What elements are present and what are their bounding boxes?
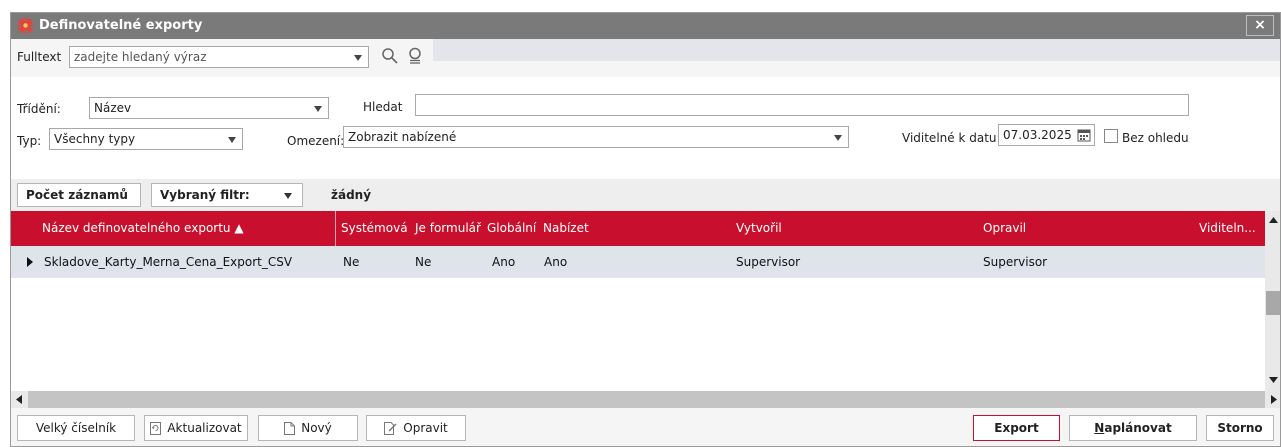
row-indicator-icon — [27, 257, 33, 267]
cell-system: Ne — [343, 255, 360, 269]
schedule-label: aplánovat — [1104, 421, 1172, 435]
edit-button[interactable]: Opravit — [366, 415, 466, 441]
table-row[interactable]: Skladove_Karty_Merna_Cena_Export_CSV Ne … — [11, 246, 1265, 278]
column-header-system[interactable]: Systémová — [341, 221, 408, 235]
scroll-left-icon[interactable] — [16, 395, 22, 404]
refresh-button[interactable]: Aktualizovat — [144, 415, 248, 441]
restriction-select[interactable]: Zobrazit nabízené — [343, 126, 849, 148]
big-dictionary-button[interactable]: Velký číselník — [17, 415, 135, 441]
sort-value: Název — [94, 101, 132, 115]
column-header-name[interactable]: Název definovatelného exportu ▲ — [42, 221, 244, 235]
footer-bar: Velký číselník Aktualizovat Nový Opravit… — [11, 408, 1280, 446]
sort-select[interactable]: Název — [89, 97, 329, 119]
new-button[interactable]: Nový — [258, 415, 358, 441]
edit-icon — [384, 422, 397, 435]
restriction-label: Omezení: — [287, 134, 345, 148]
ignore-date-label: Bez ohledu — [1122, 131, 1189, 145]
fulltext-placeholder: zadejte hledaný výraz — [74, 50, 207, 64]
grid-toolbar: Počet záznamů Vybraný filtr: žádný — [11, 179, 1280, 211]
calendar-icon[interactable] — [1077, 128, 1091, 142]
scroll-up-icon[interactable] — [1269, 217, 1278, 223]
close-button[interactable]: × — [1246, 15, 1274, 36]
chevron-down-icon — [314, 106, 322, 112]
chevron-down-icon — [228, 137, 236, 143]
window-title: Definovatelné exporty — [39, 18, 203, 33]
search-icon[interactable] — [381, 47, 399, 65]
sort-label: Třídění: — [17, 102, 61, 116]
visible-date-value: 07.03.2025 — [1003, 128, 1072, 142]
cell-offer: Ano — [544, 255, 568, 269]
column-header-is-form[interactable]: Je formulář — [415, 221, 481, 235]
column-header-offer[interactable]: Nabízet — [543, 221, 589, 235]
exports-grid: Název definovatelného exportu ▲ Systémov… — [11, 211, 1265, 391]
column-header-created-by[interactable]: Vytvořil — [736, 221, 782, 235]
column-header-edited-by[interactable]: Opravil — [983, 221, 1026, 235]
search-label: Hledat — [363, 100, 403, 114]
refresh-icon — [150, 422, 162, 435]
scroll-right-icon[interactable] — [1271, 395, 1277, 404]
cancel-button[interactable]: Storno — [1206, 415, 1274, 441]
type-value: Všechny typy — [54, 132, 136, 146]
cell-edited-by: Supervisor — [983, 255, 1048, 269]
column-header-global[interactable]: Globální — [487, 221, 536, 235]
chevron-down-icon — [284, 193, 292, 199]
new-label: Nový — [301, 421, 332, 435]
edit-label: Opravit — [403, 421, 448, 435]
search-field[interactable] — [415, 94, 1189, 116]
export-dialog: Definovatelné exporty × Fulltext zadejte… — [10, 12, 1281, 447]
cell-created-by: Supervisor — [736, 255, 801, 269]
vertical-scrollbar[interactable] — [1265, 211, 1280, 391]
column-header-visible[interactable]: Viditeln... — [1199, 221, 1256, 235]
fulltext-bar: Fulltext zadejte hledaný výraz — [11, 39, 1280, 77]
scroll-left-button[interactable] — [11, 391, 28, 408]
scroll-down-icon[interactable] — [1269, 377, 1278, 383]
new-document-icon — [284, 422, 296, 435]
filter-panel: Třídění: Název Hledat Typ: Všechny typy … — [11, 77, 1280, 179]
visible-date-label: Viditelné k datu: — [902, 131, 1001, 145]
schedule-button[interactable]: Naplánovat — [1069, 415, 1197, 441]
vertical-scroll-thumb[interactable] — [1266, 291, 1280, 315]
cell-global: Ano — [492, 255, 516, 269]
fulltext-label: Fulltext — [17, 50, 62, 64]
grid-header: Název definovatelného exportu ▲ Systémov… — [11, 211, 1265, 246]
horizontal-scrollbar[interactable] — [11, 391, 1280, 408]
type-label: Typ: — [17, 134, 42, 148]
fulltext-strip — [433, 39, 1280, 61]
visible-date-field[interactable]: 07.03.2025 — [998, 124, 1095, 146]
search-advanced-icon[interactable] — [407, 47, 425, 65]
ignore-date-checkbox[interactable] — [1104, 129, 1118, 143]
filter-select[interactable]: Vybraný filtr: — [151, 183, 303, 207]
restriction-value: Zobrazit nabízené — [348, 130, 457, 144]
scroll-right-button[interactable] — [1265, 391, 1280, 408]
cell-is-form: Ne — [415, 255, 432, 269]
chevron-down-icon — [354, 55, 362, 61]
app-logo-icon — [17, 17, 34, 34]
filter-select-label: Vybraný filtr: — [160, 188, 250, 202]
cell-name: Skladove_Karty_Merna_Cena_Export_CSV — [44, 255, 293, 269]
column-divider — [335, 211, 336, 246]
refresh-label: Aktualizovat — [167, 421, 242, 435]
schedule-accesskey: N — [1094, 421, 1105, 435]
type-select[interactable]: Všechny typy — [49, 128, 243, 150]
title-bar: Definovatelné exporty × — [11, 13, 1280, 39]
record-count-button[interactable]: Počet záznamů — [17, 183, 141, 207]
export-button[interactable]: Export — [973, 415, 1060, 441]
fulltext-input[interactable]: zadejte hledaný výraz — [69, 46, 369, 68]
filter-value: žádný — [331, 188, 372, 202]
chevron-down-icon — [834, 135, 842, 141]
